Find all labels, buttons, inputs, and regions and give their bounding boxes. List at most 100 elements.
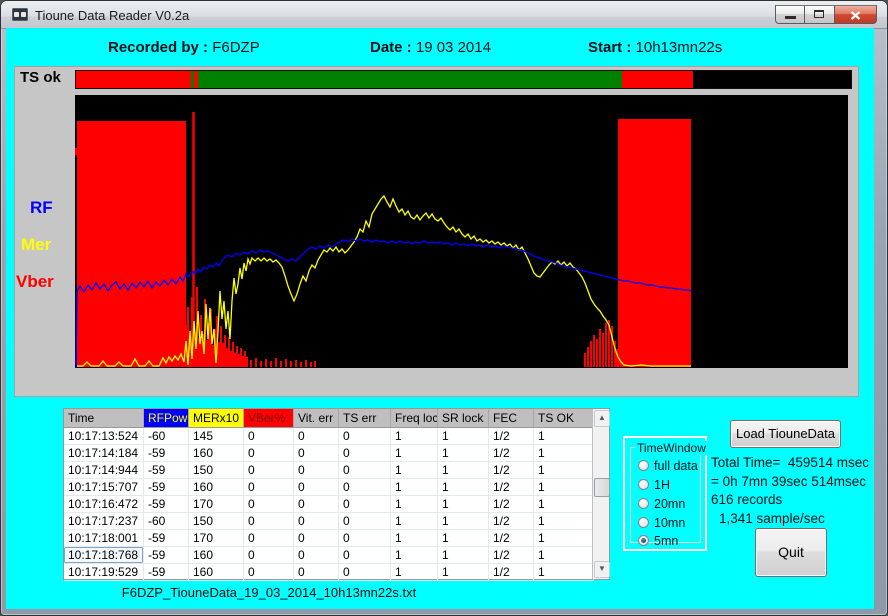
column-header[interactable]: SR lock xyxy=(438,409,489,427)
table-cell[interactable]: 0 xyxy=(244,513,294,530)
table-cell[interactable]: 1 xyxy=(438,428,489,445)
table-cell[interactable]: 0 xyxy=(294,479,339,496)
table-cell[interactable]: 160 xyxy=(189,479,244,496)
table-cell[interactable]: -59 xyxy=(144,479,189,496)
table-cell[interactable]: 150 xyxy=(189,462,244,479)
table-cell[interactable]: -59 xyxy=(144,445,189,462)
table-cell[interactable]: 1 xyxy=(534,428,594,445)
table-cell[interactable]: 0 xyxy=(244,462,294,479)
table-cell[interactable]: 0 xyxy=(339,479,391,496)
table-cell[interactable]: -59 xyxy=(144,564,189,581)
table-cell[interactable]: 1 xyxy=(534,496,594,513)
table-cell[interactable]: 10:17:16:472 xyxy=(64,496,144,513)
table-cell[interactable]: 1 xyxy=(391,513,438,530)
table-cell[interactable]: 0 xyxy=(244,564,294,581)
column-header[interactable]: Vit. err xyxy=(294,409,339,427)
radio-selected-icon[interactable] xyxy=(638,535,649,546)
table-cell[interactable]: 1/2 xyxy=(489,547,534,564)
column-header[interactable]: MERx10 xyxy=(189,409,244,427)
table-cell[interactable]: 1/2 xyxy=(489,496,534,513)
scrollbar-thumb[interactable] xyxy=(594,478,610,497)
radio-icon[interactable] xyxy=(638,479,649,490)
table-cell[interactable]: -59 xyxy=(144,462,189,479)
table-cell[interactable]: 1 xyxy=(438,479,489,496)
table-cell[interactable]: 1 xyxy=(438,462,489,479)
table-scrollbar[interactable]: ▲ ▼ xyxy=(592,409,609,579)
table-cell[interactable]: 1 xyxy=(391,445,438,462)
table-cell[interactable]: 10:17:14:184 xyxy=(64,445,144,462)
table-cell[interactable]: 0 xyxy=(244,496,294,513)
table-cell[interactable]: 0 xyxy=(339,530,391,547)
table-cell[interactable]: 0 xyxy=(294,530,339,547)
table-cell[interactable]: 0 xyxy=(294,428,339,445)
table-cell[interactable]: -59 xyxy=(144,530,189,547)
table-cell[interactable]: 0 xyxy=(294,445,339,462)
table-cell[interactable]: 1/2 xyxy=(489,428,534,445)
column-header[interactable]: RFPower xyxy=(144,409,189,427)
column-header[interactable]: VBer% xyxy=(244,409,294,427)
table-cell[interactable]: 1/2 xyxy=(489,462,534,479)
table-row[interactable]: 10:17:18:768-59160000111/21 xyxy=(64,547,609,564)
table-cell[interactable]: 1 xyxy=(534,564,594,581)
table-cell[interactable]: 10:17:14:944 xyxy=(64,462,144,479)
table-cell[interactable]: 10:17:17:237 xyxy=(64,513,144,530)
table-cell[interactable]: 1/2 xyxy=(489,530,534,547)
table-cell[interactable]: 0 xyxy=(339,513,391,530)
table-cell[interactable]: 0 xyxy=(244,530,294,547)
table-cell[interactable]: 0 xyxy=(339,564,391,581)
table-cell[interactable]: 10:17:15:707 xyxy=(64,479,144,496)
table-cell[interactable]: 1 xyxy=(391,479,438,496)
table-row[interactable]: 10:17:19:529-59160000111/21 xyxy=(64,564,609,581)
table-cell[interactable]: 10:17:18:001 xyxy=(64,530,144,547)
table-cell[interactable]: -59 xyxy=(144,547,189,564)
table-cell[interactable]: 1/2 xyxy=(489,513,534,530)
table-row[interactable]: 10:17:14:944-59150000111/21 xyxy=(64,462,609,479)
table-cell[interactable]: 0 xyxy=(339,462,391,479)
table-row[interactable]: 10:17:15:707-59160000111/21 xyxy=(64,479,609,496)
title-bar[interactable]: Tioune Data Reader V0.2a xyxy=(1,1,887,29)
table-cell[interactable]: 10:17:18:768 xyxy=(64,547,144,564)
table-cell[interactable]: 0 xyxy=(339,547,391,564)
table-cell[interactable]: -60 xyxy=(144,428,189,445)
table-cell[interactable]: 1 xyxy=(534,513,594,530)
table-cell[interactable]: 1 xyxy=(534,462,594,479)
table-cell[interactable]: 1/2 xyxy=(489,564,534,581)
table-cell[interactable]: 0 xyxy=(339,428,391,445)
table-row[interactable]: 10:17:18:001-59170000111/21 xyxy=(64,530,609,547)
radio-icon[interactable] xyxy=(638,460,649,471)
table-cell[interactable]: 1 xyxy=(438,445,489,462)
table-cell[interactable]: 1 xyxy=(438,513,489,530)
table-cell[interactable]: 1 xyxy=(534,530,594,547)
table-cell[interactable]: 1 xyxy=(391,547,438,564)
table-cell[interactable]: 1 xyxy=(391,530,438,547)
table-cell[interactable]: -60 xyxy=(144,513,189,530)
table-cell[interactable]: 1 xyxy=(438,564,489,581)
table-row[interactable]: 10:17:17:237-60150000111/21 xyxy=(64,513,609,530)
table-cell[interactable]: 1/2 xyxy=(489,445,534,462)
table-row[interactable]: 10:17:13:524-60145000111/21 xyxy=(64,428,609,445)
table-cell[interactable]: 170 xyxy=(189,496,244,513)
table-cell[interactable]: 145 xyxy=(189,428,244,445)
table-cell[interactable]: 160 xyxy=(189,445,244,462)
column-header[interactable]: Time xyxy=(64,409,144,427)
table-cell[interactable]: 10:17:19:529 xyxy=(64,564,144,581)
table-cell[interactable]: 0 xyxy=(339,445,391,462)
table-cell[interactable]: 1 xyxy=(438,530,489,547)
radio-icon[interactable] xyxy=(638,498,649,509)
scroll-down-icon[interactable]: ▼ xyxy=(594,561,610,578)
quit-button[interactable]: Quit xyxy=(755,528,827,577)
table-cell[interactable]: 10:17:13:524 xyxy=(64,428,144,445)
table-cell[interactable]: 1 xyxy=(391,462,438,479)
table-cell[interactable]: 1 xyxy=(534,445,594,462)
table-cell[interactable]: 0 xyxy=(244,428,294,445)
column-header[interactable]: TS err xyxy=(339,409,391,427)
radio-icon[interactable] xyxy=(638,517,649,528)
table-cell[interactable]: 150 xyxy=(189,513,244,530)
scroll-up-icon[interactable]: ▲ xyxy=(594,410,610,427)
close-button[interactable] xyxy=(834,5,877,24)
column-header[interactable]: TS OK xyxy=(534,409,594,427)
column-header[interactable]: Freq lock xyxy=(391,409,438,427)
table-row[interactable]: 10:17:14:184-59160000111/21 xyxy=(64,445,609,462)
table-cell[interactable]: 1 xyxy=(438,547,489,564)
maximize-button[interactable] xyxy=(804,5,835,24)
